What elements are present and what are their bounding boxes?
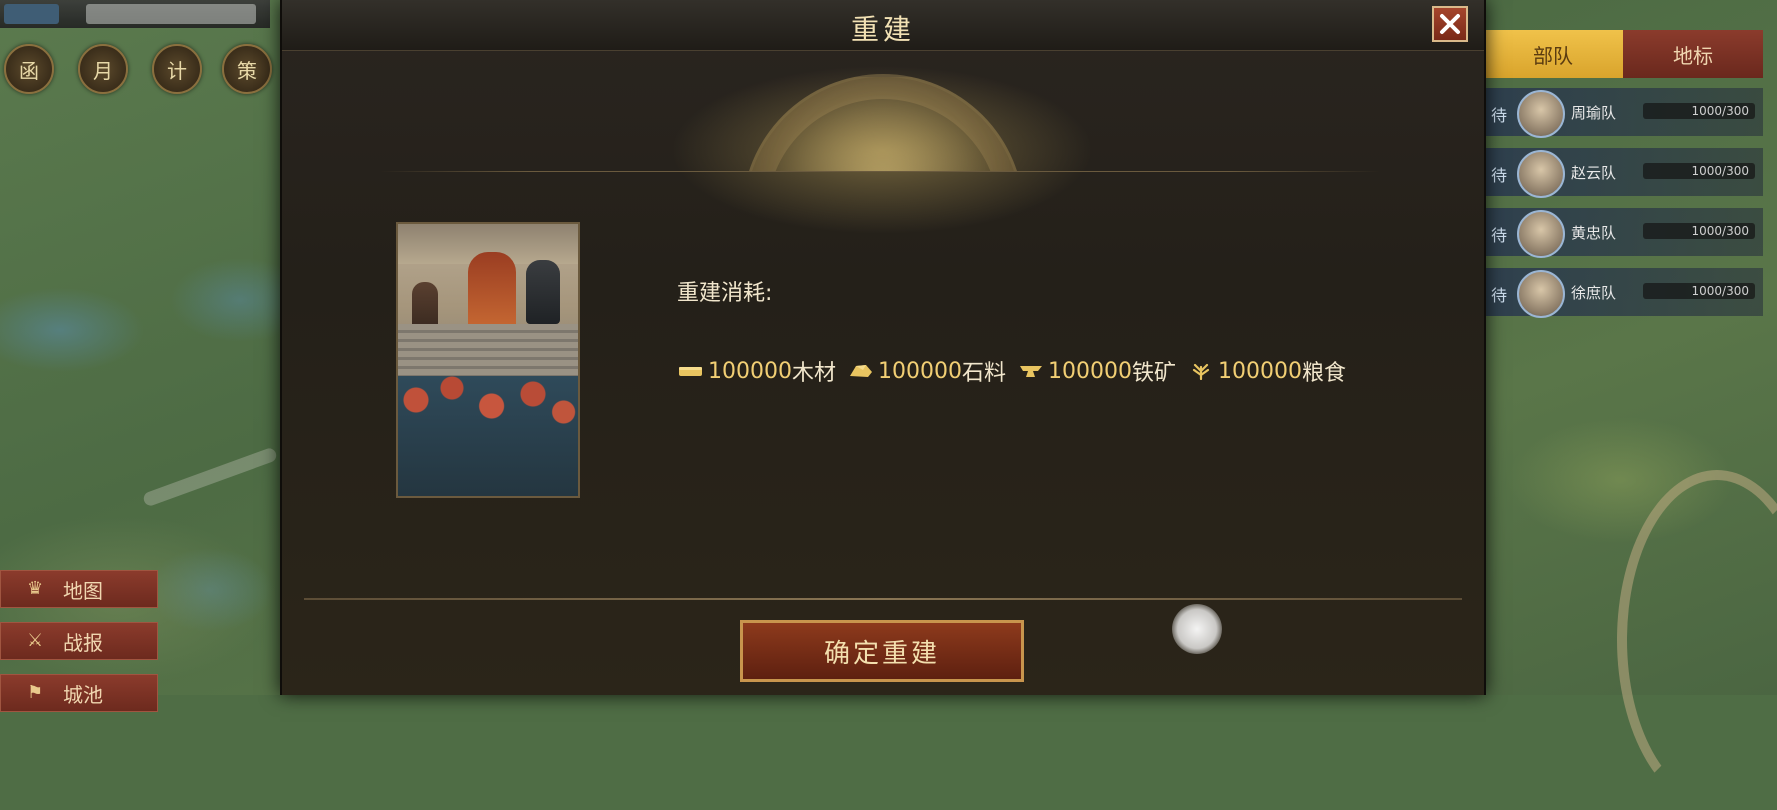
troop-tag: 待 <box>1491 106 1508 125</box>
footer-divider <box>304 598 1462 600</box>
round-button-2[interactable]: 月 <box>78 44 128 94</box>
troop-row[interactable]: 待 徐庶队 1000/300 <box>1483 268 1763 318</box>
dialog-title: 重建 <box>850 13 915 46</box>
rebuild-illustration <box>396 222 580 498</box>
map-path <box>141 446 279 508</box>
cost-amount: 100000 <box>708 358 792 384</box>
emperor-figure <box>468 252 516 332</box>
cost-amount: 100000 <box>1218 358 1302 384</box>
round-button-1[interactable]: 函 <box>4 44 54 94</box>
round-button-3[interactable]: 计 <box>152 44 202 94</box>
crown-icon: ♛ <box>27 578 44 599</box>
avatar <box>1517 90 1565 138</box>
side-button-city[interactable]: ⚑ 城池 <box>0 674 158 712</box>
touch-indicator <box>1172 604 1222 654</box>
emblem-ring <box>742 74 1022 172</box>
swords-icon: ⚔ <box>27 630 44 651</box>
cost-amount: 100000 <box>1048 358 1132 384</box>
confirm-rebuild-button[interactable]: 确定重建 <box>740 620 1024 682</box>
cost-amount: 100000 <box>878 358 962 384</box>
troop-strength: 1000/300 <box>1691 284 1750 298</box>
tab-troops[interactable]: 部队 <box>1483 30 1623 78</box>
troop-strength-bar: 1000/300 <box>1643 283 1755 299</box>
troop-name: 赵云队 <box>1571 164 1617 182</box>
cost-item-iron: 100000 铁矿 <box>1018 355 1182 387</box>
troop-tag: 待 <box>1491 166 1508 185</box>
official-figure <box>412 282 438 328</box>
troop-row[interactable]: 待 赵云队 1000/300 <box>1483 148 1763 198</box>
cost-unit: 粮食 <box>1301 361 1346 386</box>
cost-list: 100000 木材 100000 石料 100000 铁矿 100000 粮食 <box>678 355 1352 387</box>
troop-strength: 1000/300 <box>1691 224 1750 238</box>
side-button-map[interactable]: ♛ 地图 <box>0 570 158 608</box>
troop-name: 徐庶队 <box>1571 284 1617 302</box>
player-level-badge <box>4 4 59 24</box>
player-name-box <box>86 4 256 24</box>
confirm-rebuild-label: 确定重建 <box>823 638 940 669</box>
map-road <box>1617 470 1777 810</box>
avatar <box>1517 210 1565 258</box>
iron-icon <box>1020 366 1042 377</box>
right-tabs: 部队 地标 <box>1483 30 1763 78</box>
cost-item-wood: 100000 木材 <box>678 355 842 387</box>
rebuild-dialog: 重建 重建消耗: 100000 木材 100000 石料 100000 铁矿 1… <box>280 0 1486 695</box>
troop-name: 周瑜队 <box>1571 104 1617 122</box>
avatar <box>1517 150 1565 198</box>
side-button-map-label: 地图 <box>63 578 103 603</box>
flag-icon: ⚑ <box>27 682 44 703</box>
wood-icon <box>679 367 702 376</box>
troop-strength: 1000/300 <box>1691 164 1750 178</box>
troop-tag: 待 <box>1491 226 1508 245</box>
close-icon <box>1440 14 1460 34</box>
troop-name: 黄忠队 <box>1571 224 1617 242</box>
cost-unit: 石料 <box>961 361 1006 386</box>
round-button-4[interactable]: 策 <box>222 44 272 94</box>
cost-item-grain: 100000 粮食 <box>1188 355 1352 387</box>
troop-strength-bar: 1000/300 <box>1643 103 1755 119</box>
grain-icon <box>1192 363 1210 380</box>
player-info-bar <box>0 0 270 28</box>
cost-unit: 木材 <box>791 361 836 386</box>
crowd-figures <box>398 376 578 496</box>
stone-icon <box>850 365 872 377</box>
header-divider <box>380 171 1380 172</box>
side-button-report-label: 战报 <box>63 630 103 655</box>
troop-strength-bar: 1000/300 <box>1643 223 1755 239</box>
troop-tag: 待 <box>1491 286 1508 305</box>
troop-row[interactable]: 待 黄忠队 1000/300 <box>1483 208 1763 258</box>
avatar <box>1517 270 1565 318</box>
troop-strength: 1000/300 <box>1691 104 1750 118</box>
cost-label: 重建消耗: <box>677 281 773 306</box>
side-button-report[interactable]: ⚔ 战报 <box>0 622 158 660</box>
tab-landmarks[interactable]: 地标 <box>1623 30 1763 78</box>
decorative-emblem <box>742 60 1022 172</box>
dialog-header: 重建 <box>282 0 1484 51</box>
close-button[interactable] <box>1432 6 1468 42</box>
guard-figure <box>526 260 560 324</box>
cost-unit: 铁矿 <box>1131 361 1176 386</box>
side-button-city-label: 城池 <box>63 682 103 707</box>
cost-item-stone: 100000 石料 <box>848 355 1012 387</box>
troop-strength-bar: 1000/300 <box>1643 163 1755 179</box>
troop-row[interactable]: 待 周瑜队 1000/300 <box>1483 88 1763 138</box>
